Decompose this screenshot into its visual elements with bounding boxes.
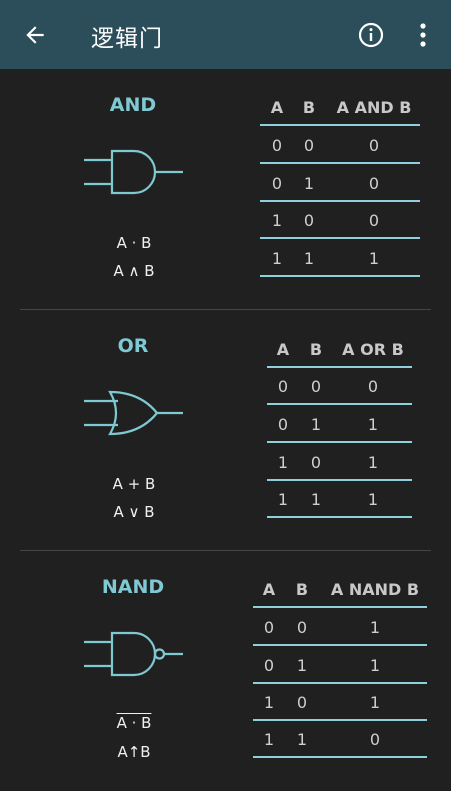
page-title: 逻辑门 [91,26,163,52]
column-header-output: A AND B [336,98,412,117]
boolean-expression-alt: A ∧ B [113,262,155,280]
table-cell: 1 [277,453,289,472]
more-options-button[interactable] [408,18,438,52]
column-header-output: A NAND B [330,580,420,599]
table-cell: 1 [263,730,275,749]
info-circle-icon [358,22,384,48]
table-cell: 1 [310,490,322,509]
column-header-a: A [276,340,290,359]
table-cell: 1 [271,249,283,268]
gate-section-nand: NAND A · B A↑B A B A NAND B 0 0 1 0 1 1 … [0,551,451,791]
header-rule [253,606,427,608]
column-header-b: B [302,98,316,117]
table-cell: 0 [296,618,308,637]
table-cell: 1 [367,415,379,434]
table-cell: 0 [310,453,322,472]
table-cell: 1 [369,656,381,675]
header-rule [260,124,420,126]
table-cell: 0 [303,211,315,230]
column-header-b: B [295,580,309,599]
truth-table: A B A AND B 0 0 0 0 1 0 1 0 0 1 1 1 [260,98,420,278]
row-rule [267,403,412,405]
table-cell: 0 [271,136,283,155]
arrow-left-icon [26,26,44,44]
table-cell: 0 [369,730,381,749]
table-cell: 0 [263,618,275,637]
table-cell: 1 [277,490,289,509]
table-cell: 1 [263,693,275,712]
table-cell: 0 [296,693,308,712]
table-cell: 1 [271,211,283,230]
row-rule [267,479,412,481]
table-cell: 0 [303,136,315,155]
table-cell: 0 [368,211,380,230]
boolean-expression: A · B [116,234,152,252]
nand-gate-icon [84,631,183,677]
table-cell: 1 [367,453,379,472]
row-rule [267,516,412,518]
column-header-output: A OR B [342,340,404,359]
gate-title: OR [117,335,149,357]
table-cell: 0 [277,377,289,396]
table-cell: 0 [310,377,322,396]
boolean-expression-alt: A↑B [117,743,151,761]
gate-section-or: OR A + B A ∨ B A B A OR B 0 0 0 0 1 1 1 … [0,310,451,550]
row-rule [253,719,427,721]
header-rule [267,366,412,368]
column-header-a: A [270,98,284,117]
table-cell: 1 [303,249,315,268]
column-header-a: A [262,580,276,599]
table-cell: 0 [271,174,283,193]
row-rule [260,237,420,239]
row-rule [253,756,427,758]
back-button[interactable] [18,18,52,52]
negated-expression: A · B [116,714,152,732]
table-cell: 1 [310,415,322,434]
gate-section-and: AND A · B A ∧ B A B A AND B 0 0 0 0 1 0 … [0,69,451,309]
table-cell: 1 [296,730,308,749]
info-button[interactable] [354,18,388,52]
more-vert-icon [420,23,426,47]
boolean-expression-alt: A ∨ B [113,503,155,521]
row-rule [260,275,420,277]
table-cell: 0 [263,656,275,675]
gate-title: AND [109,94,157,116]
row-rule [267,441,412,443]
boolean-expression: A · B [79,714,189,732]
or-gate-icon [84,390,183,436]
table-cell: 0 [277,415,289,434]
table-cell: 1 [368,249,380,268]
table-cell: 0 [368,136,380,155]
table-cell: 1 [367,490,379,509]
table-cell: 0 [367,377,379,396]
row-rule [260,200,420,202]
and-gate-icon [84,149,183,195]
table-cell: 1 [369,618,381,637]
table-cell: 1 [369,693,381,712]
table-cell: 1 [303,174,315,193]
boolean-expression: A + B [112,475,156,493]
row-rule [260,162,420,164]
table-cell: 0 [368,174,380,193]
row-rule [253,644,427,646]
column-header-b: B [309,340,323,359]
row-rule [253,682,427,684]
truth-table: A B A NAND B 0 0 1 0 1 1 1 0 1 1 1 0 [253,580,427,760]
app-bar: 逻辑门 [0,0,451,69]
table-cell: 1 [296,656,308,675]
truth-table: A B A OR B 0 0 0 0 1 1 1 0 1 1 1 1 [267,340,412,520]
gate-title: NAND [101,576,165,598]
